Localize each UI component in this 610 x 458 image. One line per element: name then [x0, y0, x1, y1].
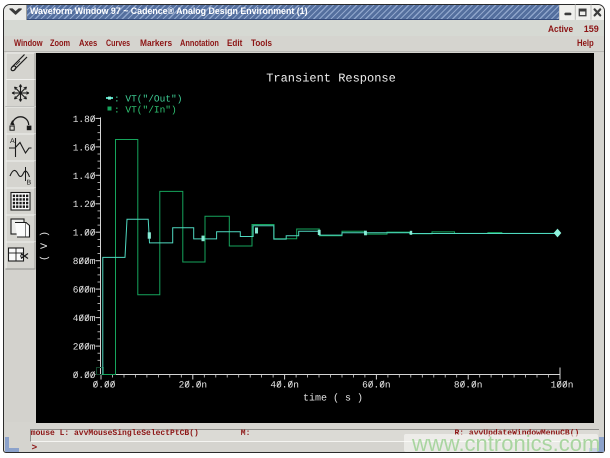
svg-text:Transient Response: Transient Response	[266, 72, 396, 86]
svg-text:800m: 800m	[73, 256, 96, 267]
svg-text:20.0n: 20.0n	[179, 379, 208, 390]
svg-text:60.0n: 60.0n	[362, 379, 391, 390]
svg-text:80.0n: 80.0n	[454, 379, 483, 390]
svg-text:40.0n: 40.0n	[270, 379, 299, 390]
svg-text:: VT("/Out"): : VT("/Out")	[114, 94, 182, 105]
svg-text:B: B	[27, 180, 32, 187]
svg-text:( V ): ( V )	[39, 231, 51, 261]
svg-text:: VT("/In"): : VT("/In")	[114, 105, 177, 116]
svg-text:200m: 200m	[73, 341, 96, 352]
svg-text:time ( s ): time ( s )	[303, 393, 363, 405]
svg-text:100n: 100n	[551, 379, 574, 390]
svg-text:A: A	[10, 138, 15, 145]
svg-text:600m: 600m	[73, 285, 96, 296]
svg-text:400m: 400m	[73, 313, 96, 324]
